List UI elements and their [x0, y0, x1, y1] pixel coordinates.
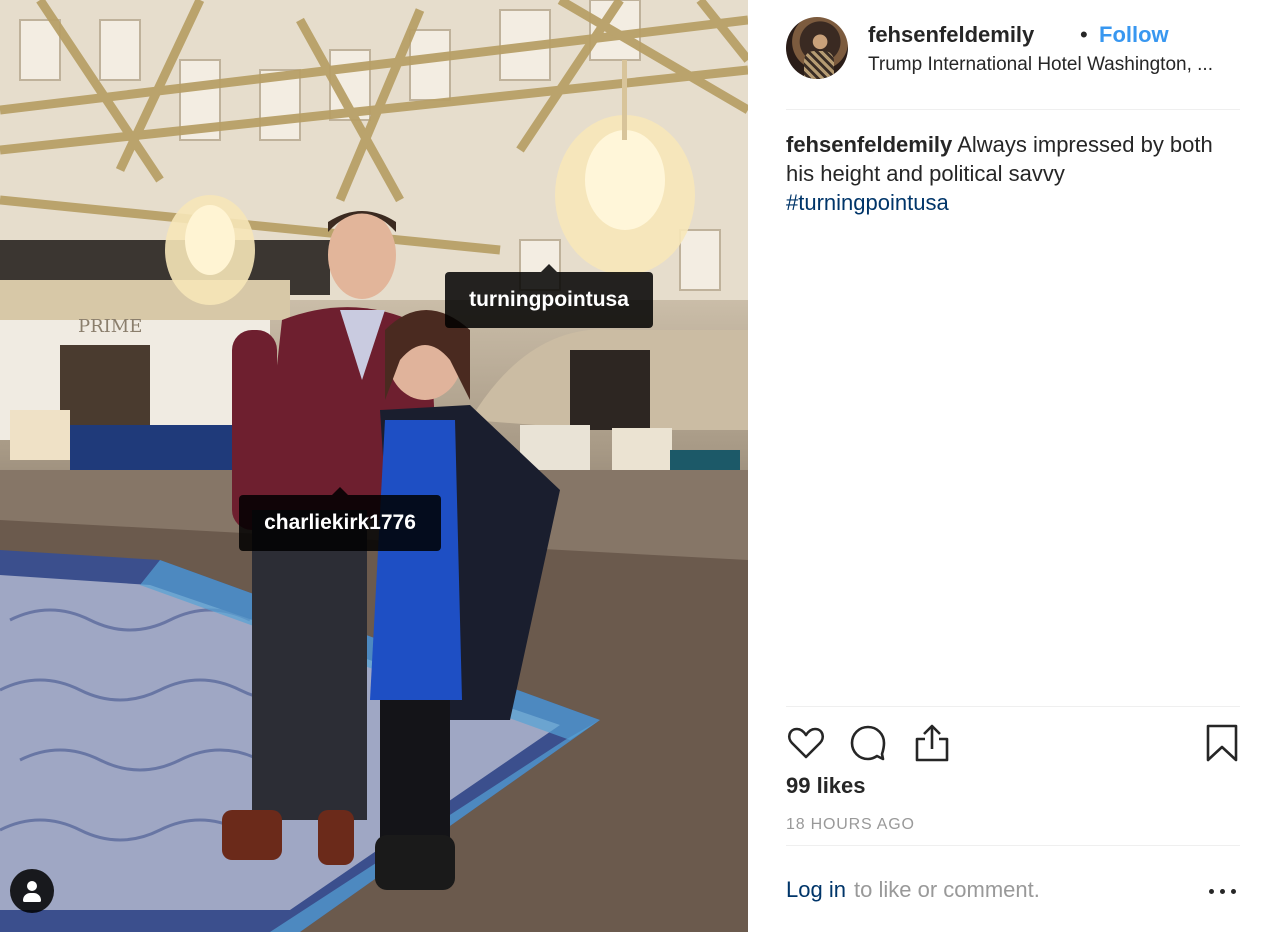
comment-icon[interactable] [848, 723, 888, 763]
user-tag-turningpointusa[interactable]: turningpointusa [445, 264, 653, 328]
likes-count[interactable]: 99 likes [786, 773, 866, 799]
heart-icon[interactable] [786, 723, 826, 763]
follow-button[interactable]: Follow [1099, 22, 1169, 48]
prime-sign: PRIME [78, 316, 142, 337]
login-link[interactable]: Log in [786, 877, 846, 903]
post-photo[interactable]: PRIME turningpointusa charliekirk1776 [0, 0, 748, 932]
user-tag-charliekirk1776[interactable]: charliekirk1776 [239, 487, 441, 551]
avatar[interactable] [786, 17, 848, 79]
comment-login-row: Log in to like or comment. [786, 846, 1240, 932]
more-dot [1220, 889, 1225, 894]
more-dot [1231, 889, 1236, 894]
login-prompt-text: to like or comment. [854, 877, 1040, 902]
separator-dot: • [1080, 22, 1088, 47]
user-tags-head [27, 881, 37, 891]
more-dot [1209, 889, 1214, 894]
hotel-lobby-scene: PRIME [0, 0, 748, 932]
user-tags-icon[interactable] [10, 869, 54, 913]
hashtag-link[interactable]: #turningpointusa [786, 188, 1240, 217]
post-timestamp[interactable]: 18 HOURS AGO [786, 816, 915, 834]
post-details-panel: fehsenfeldemily • Follow Trump Internati… [748, 0, 1264, 932]
more-options-icon[interactable] [1209, 889, 1237, 895]
post-actions: 99 likes 18 HOURS AGO [786, 706, 1240, 846]
user-tags-body [23, 893, 41, 902]
share-icon[interactable] [912, 723, 952, 763]
post-location-link[interactable]: Trump International Hotel Washington, ..… [868, 54, 1240, 76]
caption-username[interactable]: fehsenfeldemily [786, 132, 952, 157]
bookmark-icon[interactable] [1202, 723, 1242, 763]
post-author-username[interactable]: fehsenfeldemily [868, 22, 1034, 48]
post-header: fehsenfeldemily • Follow Trump Internati… [786, 0, 1240, 110]
post-caption: fehsenfeldemily Always impressed by both… [786, 130, 1240, 217]
